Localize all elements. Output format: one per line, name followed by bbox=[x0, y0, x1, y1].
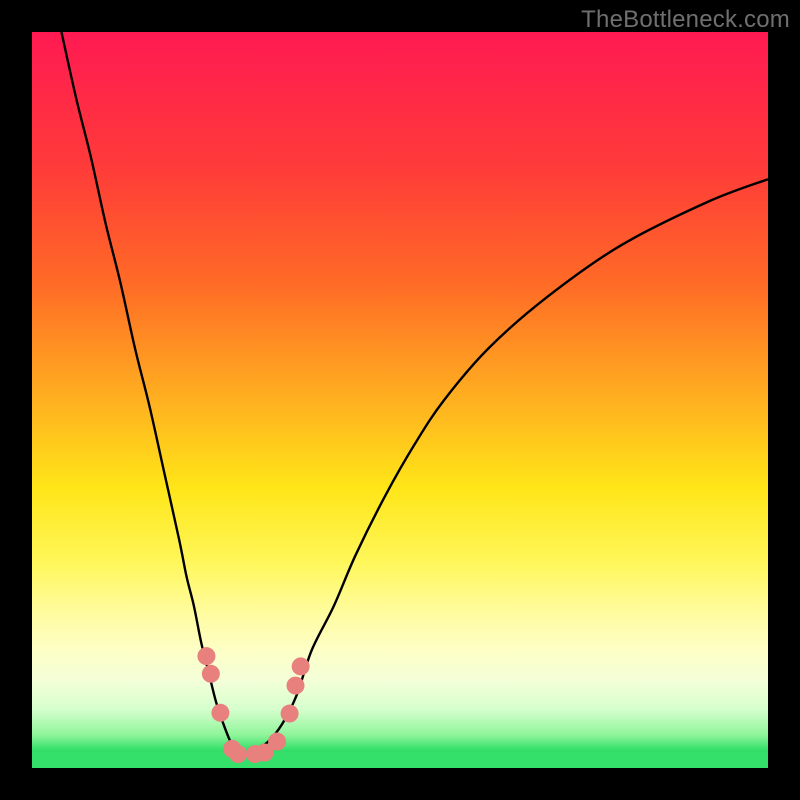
data-marker bbox=[268, 733, 286, 751]
chart-frame bbox=[32, 32, 768, 768]
data-marker bbox=[211, 704, 229, 722]
data-marker bbox=[229, 745, 247, 763]
heat-gradient bbox=[32, 32, 768, 768]
bottleneck-chart bbox=[32, 32, 768, 768]
green-band bbox=[32, 752, 768, 768]
data-marker bbox=[202, 665, 220, 683]
watermark-text: TheBottleneck.com bbox=[581, 6, 790, 34]
data-marker bbox=[197, 647, 215, 665]
data-marker bbox=[281, 705, 299, 723]
data-marker bbox=[292, 657, 310, 675]
data-marker bbox=[286, 677, 304, 695]
